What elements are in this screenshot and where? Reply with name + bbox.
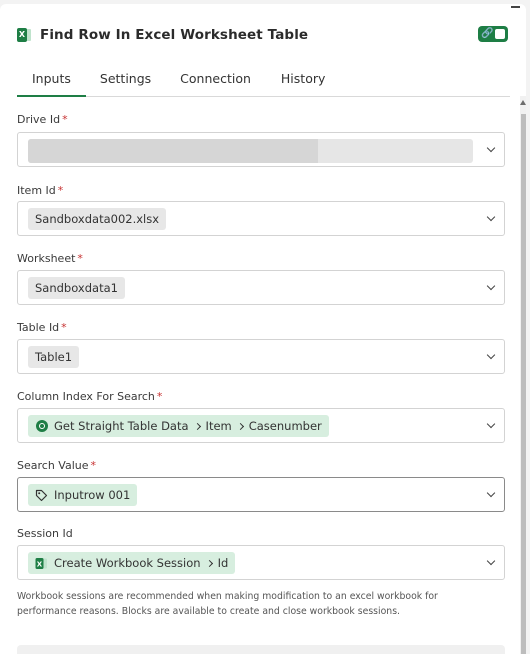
worksheet-label: Worksheet * xyxy=(17,252,83,265)
minimize-icon[interactable] xyxy=(511,6,520,8)
chevron-down-icon[interactable] xyxy=(486,419,496,429)
chevron-down-icon[interactable] xyxy=(486,350,496,360)
tab-connection[interactable]: Connection xyxy=(165,62,266,97)
table-id-label: Table Id * xyxy=(17,321,67,334)
column-index-chip: Get Straight Table Data Item Casenumber xyxy=(28,415,329,437)
panel-header: X Find Row In Excel Worksheet Table 🔗 xyxy=(17,24,508,46)
column-index-label: Column Index For Search * xyxy=(17,390,163,403)
chevron-down-icon[interactable] xyxy=(486,212,496,222)
next-field-box[interactable] xyxy=(17,645,505,654)
search-value-select[interactable]: Inputrow 001 xyxy=(17,477,505,512)
drive-id-value-redacted xyxy=(28,139,473,163)
table-id-chip: Table1 xyxy=(28,346,80,368)
session-id-select[interactable]: X Create Workbook Session Id xyxy=(17,545,505,580)
scroll-up-icon[interactable] xyxy=(520,100,526,105)
chevron-right-icon xyxy=(236,422,244,430)
enable-toggle[interactable]: 🔗 xyxy=(478,26,508,42)
session-id-label: Session Id xyxy=(17,527,73,540)
session-id-chip: X Create Workbook Session Id xyxy=(28,552,236,574)
search-value-label: Search Value * xyxy=(17,459,96,472)
chevron-down-icon[interactable] xyxy=(486,488,496,498)
drive-id-select[interactable] xyxy=(17,132,505,167)
block-config-panel: X Find Row In Excel Worksheet Table 🔗 In… xyxy=(0,4,526,654)
tag-icon xyxy=(35,489,48,502)
scrollbar-thumb[interactable] xyxy=(521,114,526,654)
chevron-right-icon xyxy=(193,422,201,430)
search-value-chip: Inputrow 001 xyxy=(28,484,138,506)
drive-id-label: Drive Id * xyxy=(17,113,68,126)
tab-history[interactable]: History xyxy=(266,62,340,97)
chevron-down-icon[interactable] xyxy=(486,143,496,153)
worksheet-chip: Sandboxdata1 xyxy=(28,277,125,299)
search-block-icon xyxy=(35,420,48,433)
excel-icon: X xyxy=(35,557,48,570)
item-id-chip: Sandboxdata002.xlsx xyxy=(28,208,167,230)
chevron-down-icon[interactable] xyxy=(486,281,496,291)
item-id-select[interactable]: Sandboxdata002.xlsx xyxy=(17,201,505,236)
page-title: Find Row In Excel Worksheet Table xyxy=(40,27,309,43)
svg-text:X: X xyxy=(37,560,43,568)
item-id-label: Item Id * xyxy=(17,184,64,197)
chevron-down-icon[interactable] xyxy=(486,556,496,566)
worksheet-select[interactable]: Sandboxdata1 xyxy=(17,270,505,305)
excel-icon: X xyxy=(17,28,31,42)
session-help-text: Workbook sessions are recommended when m… xyxy=(17,591,438,617)
chevron-right-icon xyxy=(205,559,213,567)
tab-settings[interactable]: Settings xyxy=(86,62,165,97)
tab-bar: Inputs Settings Connection History xyxy=(17,62,510,97)
tab-inputs[interactable]: Inputs xyxy=(17,62,86,97)
table-id-select[interactable]: Table1 xyxy=(17,339,505,374)
column-index-select[interactable]: Get Straight Table Data Item Casenumber xyxy=(17,408,505,443)
link-icon: 🔗 xyxy=(481,28,494,39)
